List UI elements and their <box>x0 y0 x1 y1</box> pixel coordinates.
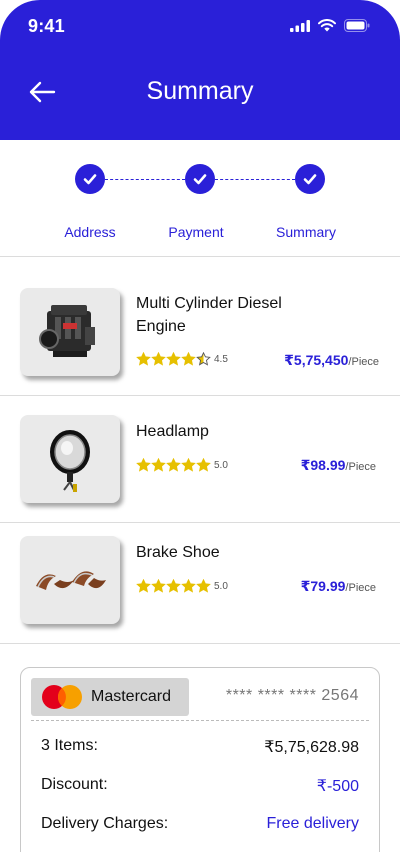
rating-value: 5.0 <box>214 580 228 592</box>
battery-icon <box>344 19 370 32</box>
summary-value: ₹-500 <box>316 778 359 795</box>
star-filled-icon <box>151 458 166 472</box>
summary-row-delivery: Delivery Charges: Free delivery <box>41 815 359 833</box>
star-rating: 4.5 <box>136 352 228 366</box>
product-name: Multi Cylinder Diesel Engine <box>136 295 282 335</box>
star-filled-icon <box>136 352 151 366</box>
summary-label: 3 Items: <box>41 737 98 754</box>
star-half-icon <box>196 352 211 366</box>
payment-summary-card: Mastercard **** **** **** 2564 3 Items: … <box>20 667 380 852</box>
product-item[interactable]: Brake Shoe 5.0 ₹79.99/Piece <box>0 523 400 644</box>
step-summary-check-icon[interactable] <box>295 164 325 194</box>
price-amount: ₹5,75,450 <box>284 352 349 368</box>
product-item[interactable]: Multi Cylinder Diesel Engine 4.5 ₹5,75,4… <box>0 258 400 396</box>
star-filled-icon <box>136 458 151 472</box>
status-time: 9:41 <box>28 16 65 36</box>
summary-value: Free delivery <box>266 815 359 832</box>
price-unit: /Piece <box>348 356 379 368</box>
card-divider <box>31 720 369 721</box>
star-filled-icon <box>136 579 151 593</box>
rating-value: 5.0 <box>214 459 228 471</box>
step-label-address[interactable]: Address <box>40 224 140 240</box>
product-name: Brake Shoe <box>136 544 220 561</box>
summary-label: Discount: <box>41 776 108 793</box>
rating-value: 4.5 <box>214 353 228 365</box>
summary-value: ₹5,75,628.98 <box>264 739 359 756</box>
price-amount: ₹98.99 <box>300 457 346 473</box>
payment-method-label: Mastercard <box>91 688 172 705</box>
star-rating: 5.0 <box>136 579 228 593</box>
star-filled-icon <box>181 352 196 366</box>
page-title: Summary <box>146 77 254 105</box>
star-filled-icon <box>151 352 166 366</box>
step-payment-check-icon[interactable] <box>185 164 215 194</box>
star-filled-icon <box>196 579 211 593</box>
step-address-check-icon[interactable] <box>75 164 105 194</box>
step-connector <box>105 179 185 180</box>
step-label-summary[interactable]: Summary <box>256 224 356 240</box>
wifi-icon <box>318 19 336 32</box>
star-filled-icon <box>196 458 211 472</box>
star-filled-icon <box>151 579 166 593</box>
step-label-payment[interactable]: Payment <box>146 224 246 240</box>
mastercard-logo-icon <box>42 685 82 709</box>
summary-row-items: 3 Items: ₹5,75,628.98 <box>41 737 359 757</box>
summary-row-discount: Discount: ₹-500 <box>41 776 359 796</box>
payment-method-selector[interactable]: Mastercard <box>31 678 189 716</box>
card-number: **** **** **** 2564 <box>225 687 359 704</box>
star-filled-icon <box>166 352 181 366</box>
product-image-brake-shoe <box>20 536 120 624</box>
signal-icon <box>290 19 310 32</box>
price-unit: /Piece <box>345 582 376 594</box>
star-filled-icon <box>166 579 181 593</box>
product-price: ₹98.99/Piece <box>301 457 376 474</box>
star-filled-icon <box>181 579 196 593</box>
star-filled-icon <box>166 458 181 472</box>
star-filled-icon <box>181 458 196 472</box>
status-icons <box>290 19 370 32</box>
product-price: ₹79.99/Piece <box>301 578 376 595</box>
app-header: 9:41 Summary <box>0 0 400 140</box>
product-image-engine <box>20 288 120 376</box>
product-item[interactable]: Headlamp 5.0 ₹98.99/Piece <box>0 396 400 523</box>
summary-label: Delivery Charges: <box>41 815 169 832</box>
price-amount: ₹79.99 <box>300 578 346 594</box>
star-rating: 5.0 <box>136 458 228 472</box>
product-image-headlamp <box>20 415 120 503</box>
checkout-stepper: Address Payment Summary <box>0 140 400 257</box>
product-price: ₹5,75,450/Piece <box>284 352 379 369</box>
price-unit: /Piece <box>345 461 376 473</box>
product-name: Headlamp <box>136 423 209 440</box>
step-connector <box>215 179 295 180</box>
